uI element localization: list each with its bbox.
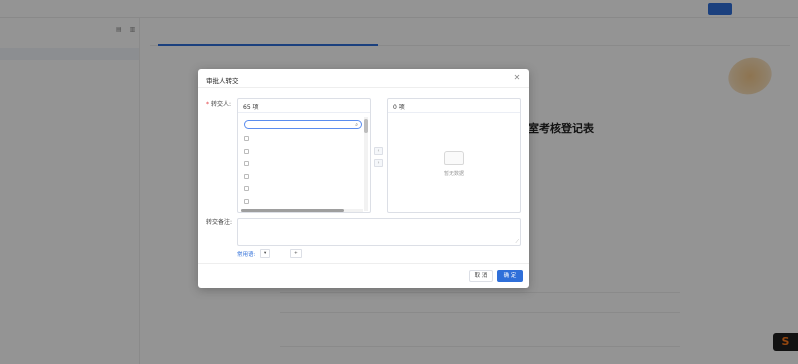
dialog-header: 审批人转交 ✕ — [198, 69, 529, 88]
transfer-source-panel: 65 项 ⌕ — [237, 98, 371, 213]
vertical-scrollbar[interactable] — [364, 117, 368, 211]
chevron-down-icon: ▾ — [264, 251, 267, 256]
checkbox[interactable] — [244, 136, 249, 141]
common-phrase-select[interactable]: ▾ — [260, 249, 271, 258]
search-icon: ⌕ — [355, 122, 358, 128]
remark-textarea[interactable]: ⟋ — [237, 218, 521, 246]
checkbox[interactable] — [244, 198, 249, 204]
transferee-label: * 转交人: — [206, 99, 231, 108]
source-count: 65 项 — [243, 104, 259, 111]
transfer-target-panel: 0 项 暂无数据 — [387, 98, 521, 213]
scrollbar-thumb[interactable] — [241, 209, 344, 212]
empty-box-icon — [444, 151, 464, 165]
checkbox[interactable] — [244, 173, 249, 179]
source-option-list — [244, 132, 362, 207]
list-item[interactable] — [244, 182, 362, 195]
target-count: 0 项 — [393, 104, 405, 111]
cancel-button[interactable]: 取 消 — [469, 270, 493, 282]
transfer-approver-dialog: 审批人转交 ✕ * 转交人: 65 项 ⌕ ‹ › 0 项 暂无数据 转交备注:… — [198, 69, 529, 288]
target-panel-header: 0 项 — [388, 99, 520, 113]
footer-divider — [198, 263, 529, 264]
list-item[interactable] — [244, 157, 362, 170]
dialog-title: 审批人转交 — [206, 77, 239, 85]
search-input[interactable]: ⌕ — [244, 120, 362, 129]
resize-handle-icon[interactable]: ⟋ — [515, 239, 519, 245]
move-left-button[interactable]: ‹ — [374, 147, 383, 155]
transferee-label-text: 转交人: — [211, 101, 232, 108]
list-item[interactable] — [244, 170, 362, 183]
confirm-button[interactable]: 确 定 — [497, 270, 523, 282]
list-item[interactable] — [244, 145, 362, 158]
common-phrases-label: 常用语: — [237, 252, 256, 258]
close-icon[interactable]: ✕ — [512, 73, 522, 83]
source-panel-header: 65 项 — [238, 99, 370, 113]
remark-label: 转交备注: — [206, 219, 233, 226]
horizontal-scrollbar[interactable] — [241, 209, 363, 212]
add-common-phrase-button[interactable]: + — [290, 249, 302, 258]
list-item[interactable] — [244, 132, 362, 145]
checkbox[interactable] — [244, 148, 249, 154]
required-mark: * — [206, 101, 209, 108]
checkbox[interactable] — [244, 186, 249, 191]
move-right-button[interactable]: › — [374, 159, 383, 167]
list-item[interactable] — [244, 195, 362, 208]
checkbox[interactable] — [244, 161, 249, 166]
scrollbar-thumb[interactable] — [364, 119, 368, 133]
empty-text: 暂无数据 — [443, 171, 464, 177]
plus-icon: + — [294, 251, 298, 256]
